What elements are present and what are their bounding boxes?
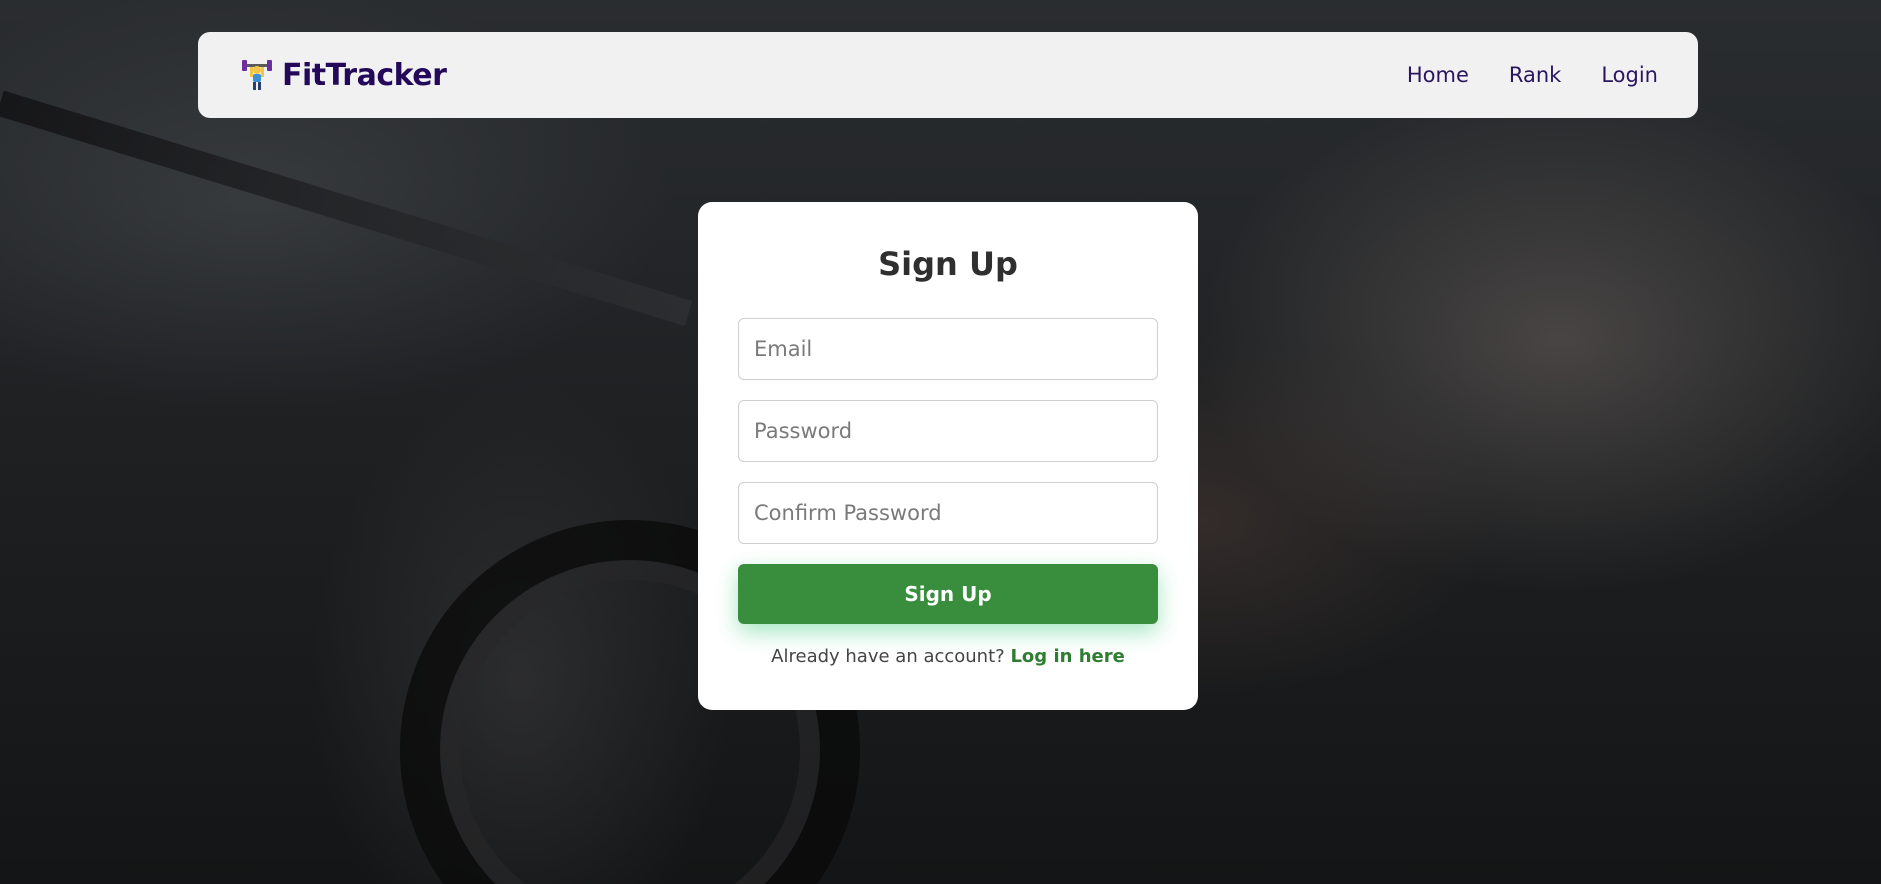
- confirm-password-field[interactable]: [738, 482, 1158, 544]
- email-field[interactable]: [738, 318, 1158, 380]
- signup-button[interactable]: Sign Up: [738, 564, 1158, 624]
- nav-links: Home Rank Login: [1407, 63, 1658, 87]
- signup-title: Sign Up: [878, 245, 1018, 283]
- nav-rank-link[interactable]: Rank: [1509, 63, 1561, 87]
- password-field[interactable]: [738, 400, 1158, 462]
- brand-logo[interactable]: FitTracker: [242, 57, 447, 93]
- signup-card: Sign Up Sign Up Already have an account?…: [698, 202, 1198, 710]
- navbar: FitTracker Home Rank Login: [198, 32, 1698, 118]
- nav-home-link[interactable]: Home: [1407, 63, 1469, 87]
- nav-login-link[interactable]: Login: [1601, 63, 1658, 87]
- login-prompt-row: Already have an account? Log in here: [738, 646, 1158, 667]
- brand-name: FitTracker: [282, 57, 447, 93]
- weightlifter-icon: [242, 59, 272, 91]
- login-prompt-text: Already have an account?: [771, 646, 1005, 667]
- login-here-link[interactable]: Log in here: [1010, 646, 1124, 667]
